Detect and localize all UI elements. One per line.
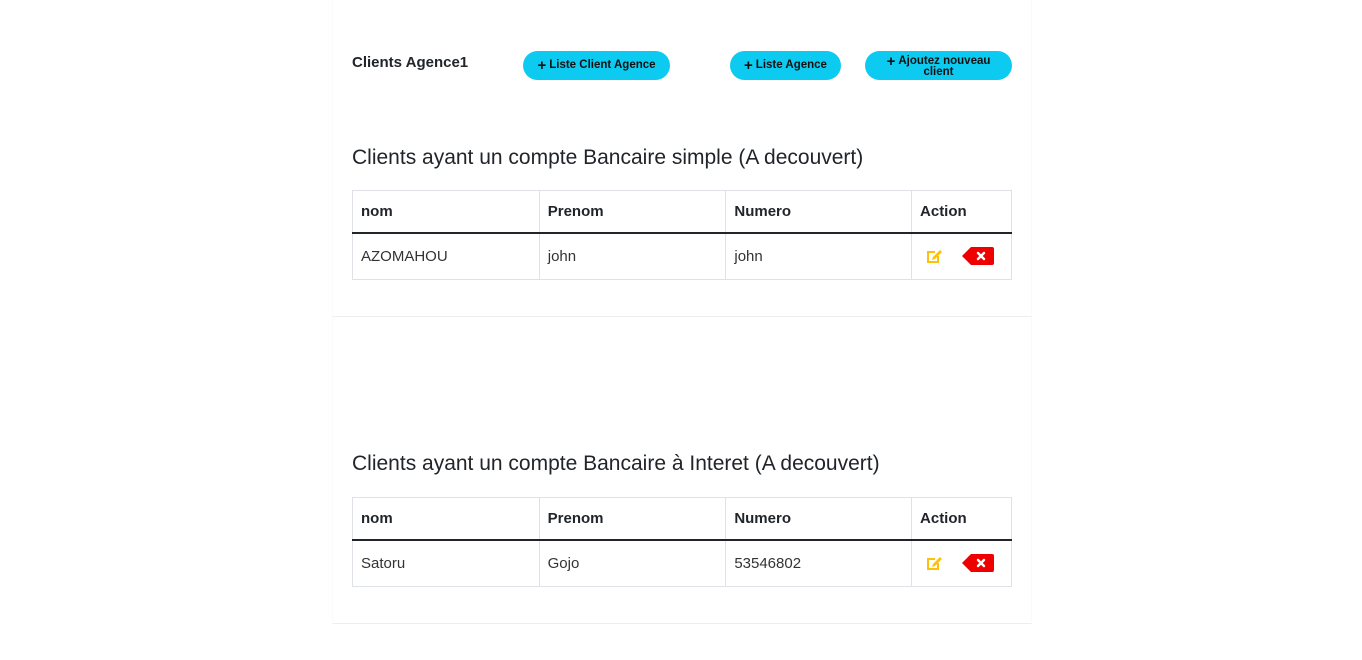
section-title-simple: Clients ayant un compte Bancaire simple …: [352, 146, 864, 169]
delete-icon[interactable]: [962, 246, 995, 266]
table-row: Satoru Gojo 53546802: [352, 539, 1012, 587]
cell-prenom: john: [538, 232, 727, 280]
plus-icon: +: [744, 57, 753, 74]
column-header-numero: Numero: [725, 497, 913, 541]
plus-icon: +: [886, 52, 896, 70]
row-actions: [920, 246, 1003, 266]
add-client-label-line2: client: [923, 65, 954, 78]
add-client-button[interactable]: + Ajoutez nouveau client: [865, 51, 1012, 80]
cell-nom: AZOMAHOU: [352, 232, 540, 280]
cell-nom: Satoru: [352, 539, 540, 587]
table-row: AZOMAHOU john john: [352, 232, 1012, 280]
column-header-numero: Numero: [725, 190, 913, 234]
column-header-prenom: Prenom: [538, 497, 727, 541]
cell-action: [911, 232, 1012, 280]
edit-icon[interactable]: [924, 553, 944, 573]
column-header-prenom: Prenom: [538, 190, 727, 234]
table-header-row: nom Prenom Numero Action: [352, 497, 1012, 541]
cell-numero: john: [725, 232, 913, 280]
list-agence-label: Liste Agence: [755, 59, 827, 71]
row-actions: [920, 553, 1003, 573]
cell-prenom: Gojo: [538, 539, 727, 587]
column-header-action: Action: [911, 190, 1012, 234]
section-title-interet: Clients ayant un compte Bancaire à Inter…: [352, 452, 880, 475]
table-header-row: nom Prenom Numero Action: [352, 190, 1012, 234]
clients-simple-table: nom Prenom Numero Action AZOMAHOU john j…: [352, 190, 1012, 280]
column-header-nom: nom: [352, 497, 540, 541]
edit-icon[interactable]: [924, 246, 944, 266]
cell-action: [911, 539, 1012, 587]
clients-interet-table: nom Prenom Numero Action Satoru Gojo 535…: [352, 497, 1012, 587]
add-client-label-line1: Ajoutez nouveau: [898, 54, 991, 67]
page-title: Clients Agence1: [352, 54, 469, 71]
cell-numero: 53546802: [725, 539, 913, 587]
plus-icon: +: [537, 57, 547, 74]
delete-icon[interactable]: [962, 553, 995, 573]
list-client-agence-label: Liste Client Agence: [549, 59, 656, 71]
list-client-agence-button[interactable]: + Liste Client Agence: [523, 51, 670, 80]
column-header-action: Action: [911, 497, 1012, 541]
list-agence-button[interactable]: + Liste Agence: [730, 51, 841, 80]
column-header-nom: nom: [352, 190, 540, 234]
